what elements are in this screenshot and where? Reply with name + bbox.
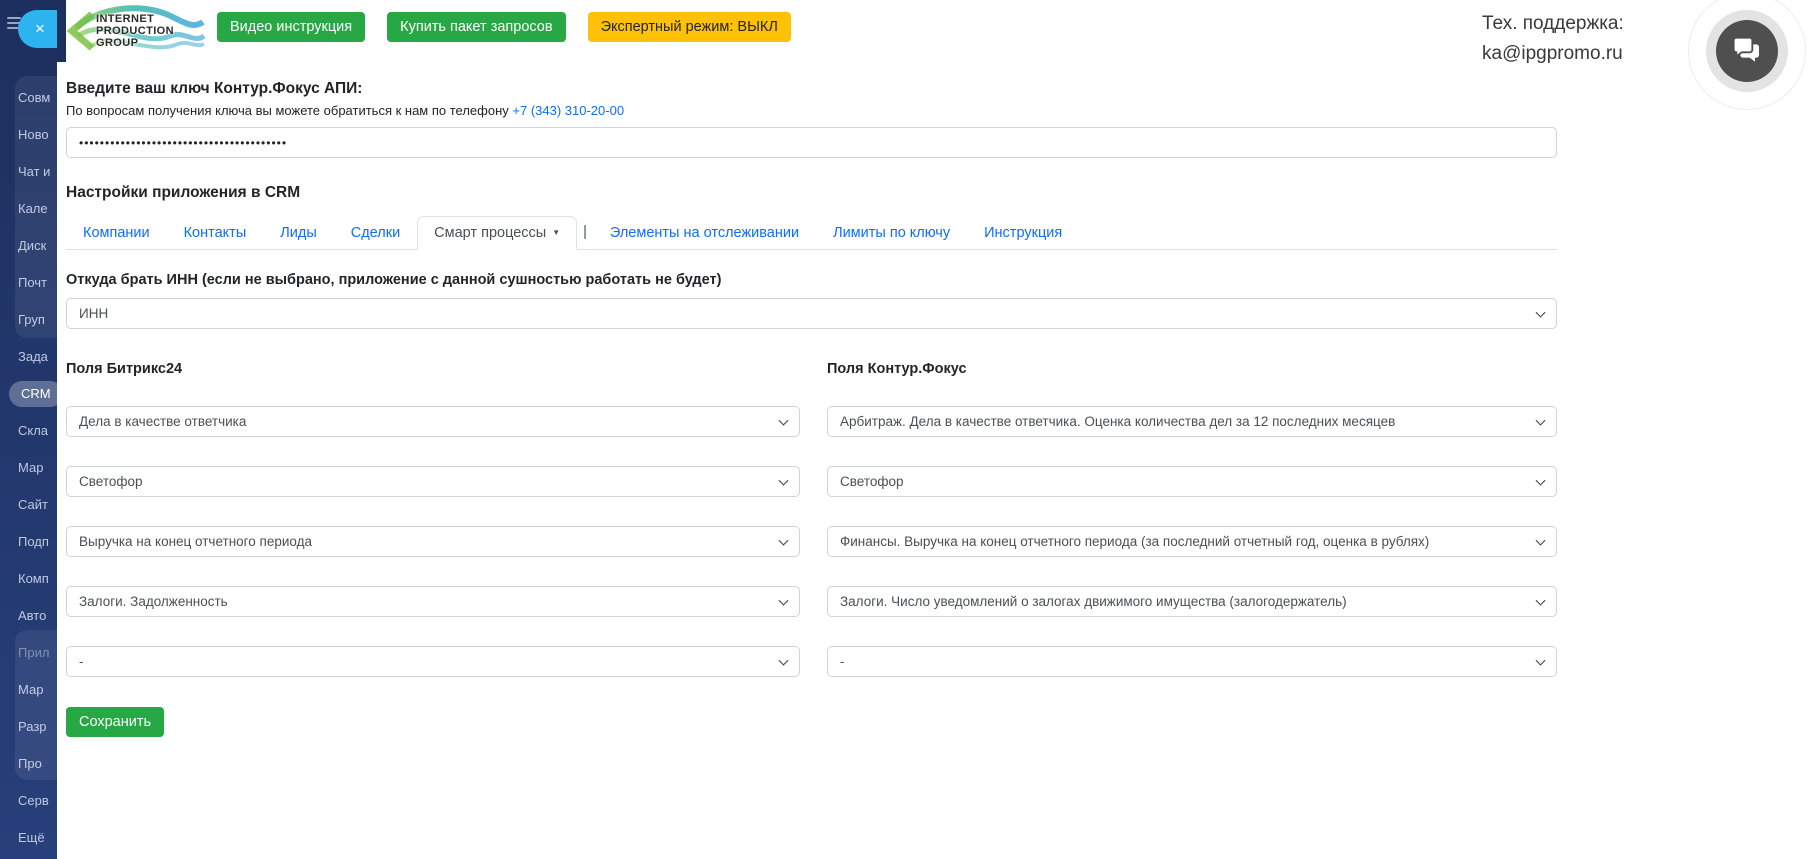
sidebar-item[interactable]: Подп xyxy=(0,523,57,560)
chat-bubbles-icon xyxy=(1731,35,1763,67)
tab-smart-processes[interactable]: Смарт процессы▼ xyxy=(417,216,577,250)
chat-widget-button[interactable] xyxy=(1688,0,1806,110)
kontur-field-select-wrap: - xyxy=(827,646,1557,677)
sidebar-item[interactable]: Серв xyxy=(0,782,57,819)
bitrix-field-select-wrap: Дела в качестве ответчика xyxy=(66,406,800,437)
sidebar-item[interactable]: Прил xyxy=(0,634,57,671)
sidebar-item[interactable]: Груп xyxy=(0,301,57,338)
bitrix-field-select[interactable]: - xyxy=(66,646,800,677)
bitrix-field-select[interactable]: Залоги. Задолженность xyxy=(66,586,800,617)
inn-source-select[interactable]: ИНН xyxy=(66,298,1557,329)
bitrix-fields-header: Поля Битрикс24 xyxy=(66,361,800,377)
sidebar-item[interactable]: Комп xyxy=(0,560,57,597)
sidebar-item[interactable]: Кале xyxy=(0,190,57,227)
sidebar-item[interactable]: Совм xyxy=(0,79,57,116)
tab-leads[interactable]: Лиды xyxy=(263,216,334,250)
field-mapping-grid: Поля Битрикс24 Поля Контур.Фокус Дела в … xyxy=(66,361,1557,677)
sidebar-item[interactable]: Почт xyxy=(0,264,57,301)
tab-tracked-elements[interactable]: Элементы на отслеживании xyxy=(593,216,816,250)
sidebar-item[interactable]: Скла xyxy=(0,412,57,449)
bitrix-field-select[interactable]: Дела в качестве ответчика xyxy=(66,406,800,437)
api-key-label: Введите ваш ключ Контур.Фокус АПИ: xyxy=(66,0,1557,98)
api-key-input[interactable] xyxy=(66,127,1557,158)
sidebar-item[interactable]: Про xyxy=(0,745,57,782)
bitrix-field-select-wrap: - xyxy=(66,646,800,677)
caret-down-icon: ▼ xyxy=(552,228,560,237)
kontur-field-select[interactable]: Светофор xyxy=(827,466,1557,497)
sidebar-item[interactable]: Сайт xyxy=(0,486,57,523)
tab-deals[interactable]: Сделки xyxy=(334,216,417,250)
kontur-field-select[interactable]: Финансы. Выручка на конец отчетного пери… xyxy=(827,526,1557,557)
bitrix-field-select-wrap: Залоги. Задолженность xyxy=(66,586,800,617)
kontur-field-select[interactable]: Залоги. Число уведомлений о залогах движ… xyxy=(827,586,1557,617)
sidebar-item-crm[interactable]: CRM xyxy=(0,375,57,412)
sidebar-item[interactable]: Чат и xyxy=(0,153,57,190)
bitrix-field-select-wrap: Светофор xyxy=(66,466,800,497)
sidebar-item[interactable]: Разр xyxy=(0,708,57,745)
sidebar-item[interactable]: Мар xyxy=(0,449,57,486)
inn-source-label: Откуда брать ИНН (если не выбрано, прило… xyxy=(66,272,1557,288)
tab-instruction[interactable]: Инструкция xyxy=(967,216,1079,250)
bitrix-field-select[interactable]: Выручка на конец отчетного периода xyxy=(66,526,800,557)
sidebar-header-notch xyxy=(57,0,66,62)
bitrix-field-select-wrap: Выручка на конец отчетного периода xyxy=(66,526,800,557)
bitrix-field-select[interactable]: Светофор xyxy=(66,466,800,497)
api-key-note: По вопросам получения ключа вы можете об… xyxy=(66,103,1557,118)
app-content: INTERNET PRODUCTION GROUP Видео инструкц… xyxy=(57,0,1817,859)
crm-settings-title: Настройки приложения в CRM xyxy=(66,184,1557,202)
bitrix-sidebar: × Совм Ново Чат и Кале Диск Почт Груп За… xyxy=(0,0,57,859)
kontur-field-select-wrap: Светофор xyxy=(827,466,1557,497)
kontur-field-select-wrap: Арбитраж. Дела в качестве ответчика. Оце… xyxy=(827,406,1557,437)
tab-contacts[interactable]: Контакты xyxy=(167,216,264,250)
sidebar-item[interactable]: Ново xyxy=(0,116,57,153)
kontur-fields-header: Поля Контур.Фокус xyxy=(827,361,1557,377)
close-icon: × xyxy=(35,19,45,38)
settings-page: Введите ваш ключ Контур.Фокус АПИ: По во… xyxy=(66,0,1557,777)
close-app-button[interactable]: × xyxy=(18,10,57,48)
sidebar-item[interactable]: Авто xyxy=(0,597,57,634)
support-phone-link[interactable]: +7 (343) 310-20-00 xyxy=(512,103,624,118)
tab-separator: | xyxy=(577,216,593,249)
kontur-field-select[interactable]: - xyxy=(827,646,1557,677)
kontur-field-select-wrap: Залоги. Число уведомлений о залогах движ… xyxy=(827,586,1557,617)
inn-source-select-wrap: ИНН xyxy=(66,298,1557,329)
sidebar-item[interactable]: Зада xyxy=(0,338,57,375)
sidebar-item[interactable]: Мар xyxy=(0,671,57,708)
tab-key-limits[interactable]: Лимиты по ключу xyxy=(816,216,967,250)
crm-tabs: Компании Контакты Лиды Сделки Смарт проц… xyxy=(66,216,1557,250)
sidebar-menu: Совм Ново Чат и Кале Диск Почт Груп Зада… xyxy=(0,79,57,856)
kontur-field-select[interactable]: Арбитраж. Дела в качестве ответчика. Оце… xyxy=(827,406,1557,437)
sidebar-item[interactable]: Диск xyxy=(0,227,57,264)
save-button[interactable]: Сохранить xyxy=(66,707,164,737)
sidebar-item[interactable]: Ещё xyxy=(0,819,57,856)
kontur-field-select-wrap: Финансы. Выручка на конец отчетного пери… xyxy=(827,526,1557,557)
tab-companies[interactable]: Компании xyxy=(66,216,167,250)
